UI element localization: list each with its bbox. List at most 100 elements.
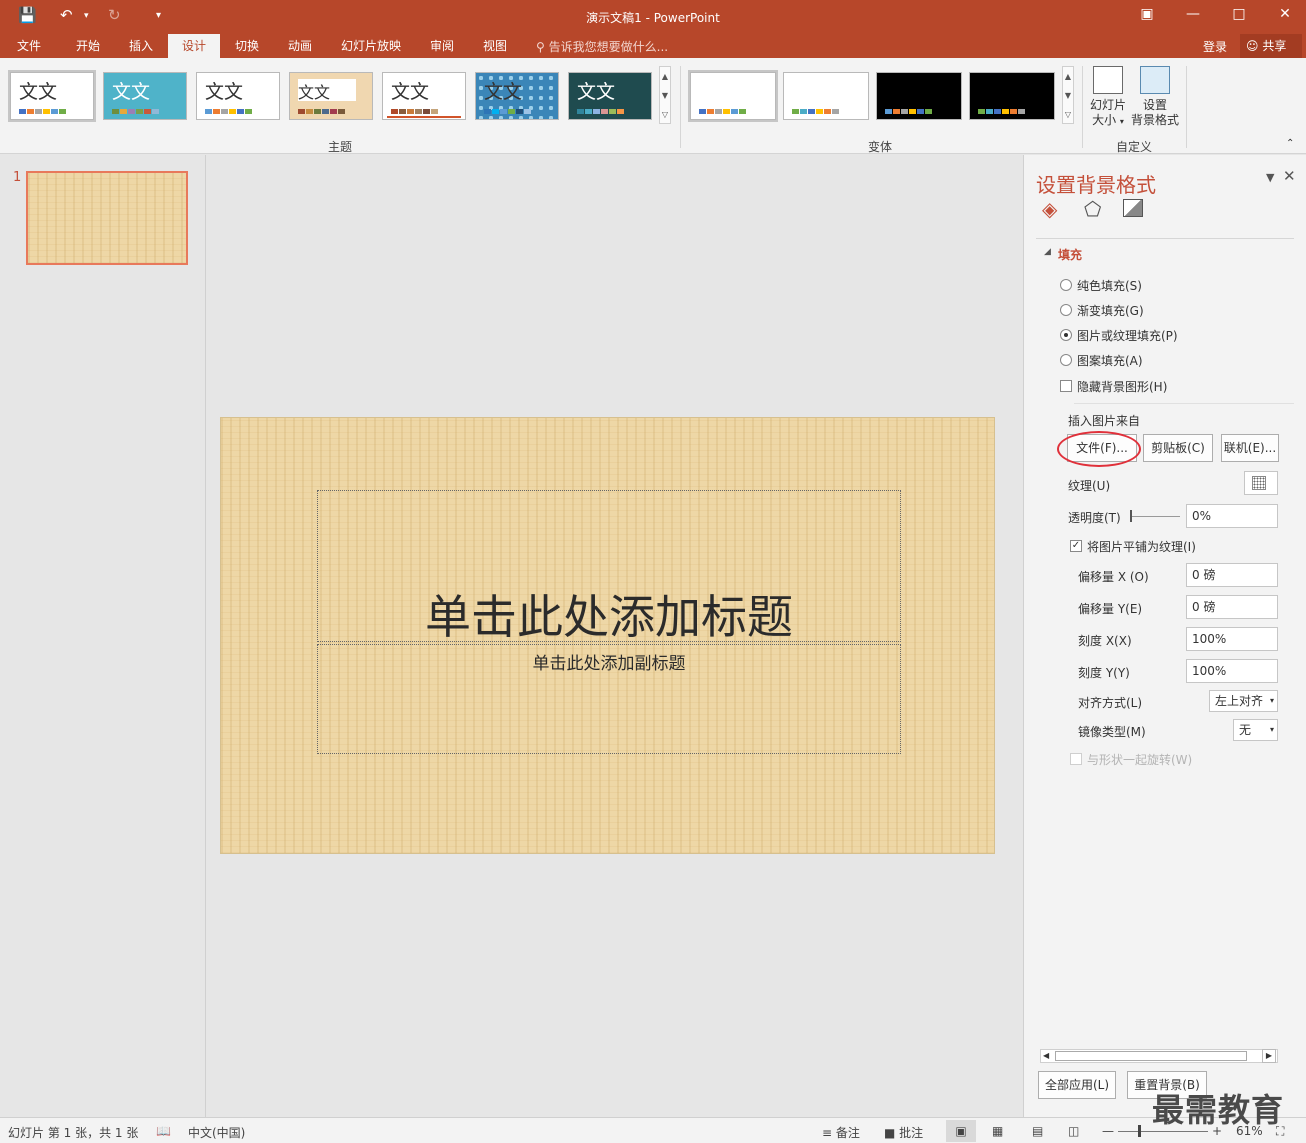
alignment-value: 左上对齐: [1215, 694, 1264, 708]
transparency-input[interactable]: 0%: [1186, 504, 1278, 528]
tab-slideshow[interactable]: 幻灯片放映: [330, 34, 412, 58]
theme-teal[interactable]: 文文: [103, 72, 187, 120]
theme-calligraphy[interactable]: 文文: [289, 72, 373, 120]
theme-plain[interactable]: 文文: [196, 72, 280, 120]
tab-review[interactable]: 审阅: [416, 34, 468, 58]
transparency-slider[interactable]: [1130, 516, 1180, 517]
pane-close-icon[interactable]: ✕: [1283, 167, 1296, 185]
mirror-select[interactable]: 无 ▾: [1233, 719, 1278, 741]
variant-3[interactable]: [876, 72, 962, 120]
scroll-up-icon[interactable]: ▲: [660, 67, 670, 86]
picture-fill-label[interactable]: 图片或纹理填充(P): [1077, 327, 1178, 344]
offset-x-input[interactable]: 0 磅: [1186, 563, 1278, 587]
title-bar: 💾 ↶ ▾ ↻ ▾ 演示文稿1 - PowerPoint ▣ — □ ✕: [0, 0, 1306, 34]
tile-label[interactable]: 将图片平铺为纹理(I): [1087, 538, 1196, 555]
tab-design[interactable]: 设计: [168, 34, 220, 58]
theme-orange-line[interactable]: 文文: [382, 72, 466, 120]
format-bg-label-1: 设置: [1142, 98, 1167, 112]
format-background-button[interactable]: 设置 背景格式: [1130, 66, 1180, 128]
theme-preview-text: 文文: [577, 81, 616, 103]
format-bg-label-2: 背景格式: [1130, 113, 1179, 127]
collapse-ribbon-icon[interactable]: ⌃: [1286, 138, 1294, 149]
slideshow-view-icon[interactable]: ◫: [1068, 1124, 1079, 1138]
normal-view-icon[interactable]: ▣: [946, 1120, 976, 1142]
theme-dark-teal[interactable]: 文文: [568, 72, 652, 120]
tab-file[interactable]: 文件: [0, 34, 58, 58]
pattern-fill-label[interactable]: 图案填充(A): [1077, 352, 1143, 369]
solid-fill-label[interactable]: 纯色填充(S): [1077, 277, 1142, 294]
transparency-slider-thumb[interactable]: [1130, 510, 1132, 522]
hide-bg-graphics-label[interactable]: 隐藏背景图形(H): [1077, 378, 1167, 395]
tell-me-search[interactable]: ⚲ 告诉我您想要做什么...: [536, 38, 668, 55]
picture-icon[interactable]: [1123, 199, 1143, 217]
tile-checkbox[interactable]: ✓: [1070, 540, 1082, 552]
ribbon-display-icon[interactable]: ▣: [1132, 6, 1162, 22]
scroll-down-icon[interactable]: ▼: [660, 86, 670, 105]
scale-y-input[interactable]: 100%: [1186, 659, 1278, 683]
scroll-up-icon[interactable]: ▲: [1063, 67, 1073, 86]
chevron-down-icon: ▾: [1269, 725, 1274, 734]
radio-pattern-fill[interactable]: [1060, 354, 1072, 366]
minimize-icon[interactable]: —: [1178, 6, 1208, 22]
tab-animations[interactable]: 动画: [275, 34, 325, 58]
zoom-out-icon[interactable]: —: [1102, 1124, 1114, 1138]
offset-y-input[interactable]: 0 磅: [1186, 595, 1278, 619]
scroll-left-icon[interactable]: ◀: [1043, 1050, 1049, 1062]
variant-4[interactable]: [969, 72, 1055, 120]
share-button[interactable]: ☺ 共享: [1240, 34, 1302, 58]
slide-thumbnail[interactable]: [26, 171, 188, 265]
clipboard-button[interactable]: 剪贴板(C): [1143, 434, 1213, 462]
variant-2[interactable]: [783, 72, 869, 120]
rotate-with-shape-checkbox[interactable]: [1070, 753, 1082, 765]
themes-gallery-scroll[interactable]: ▲ ▼ ▽: [659, 66, 671, 124]
texture-picker[interactable]: [1244, 471, 1278, 495]
zoom-slider-thumb[interactable]: [1138, 1125, 1141, 1137]
notes-button[interactable]: ≡ 备注: [822, 1124, 860, 1141]
slide-sorter-icon[interactable]: ▦: [992, 1124, 1003, 1138]
radio-picture-fill[interactable]: [1060, 329, 1072, 341]
effects-icon[interactable]: ⬠: [1084, 197, 1101, 221]
tab-view[interactable]: 视图: [470, 34, 520, 58]
online-button[interactable]: 联机(E)...: [1221, 434, 1279, 462]
slide-size-button[interactable]: 幻灯片 大小 ▾: [1086, 66, 1130, 129]
subtitle-placeholder[interactable]: 单击此处添加副标题: [317, 644, 901, 754]
gallery-more-icon[interactable]: ▽: [660, 105, 670, 124]
zoom-slider[interactable]: [1118, 1131, 1208, 1132]
scroll-down-icon[interactable]: ▼: [1063, 86, 1073, 105]
title-placeholder[interactable]: 单击此处添加标题: [317, 490, 901, 644]
gallery-more-icon[interactable]: ▽: [1063, 105, 1073, 124]
tab-home[interactable]: 开始: [62, 34, 114, 58]
theme-blue-pattern[interactable]: 文文: [475, 72, 559, 120]
fill-line-icon[interactable]: ◈: [1042, 197, 1057, 221]
radio-solid-fill[interactable]: [1060, 279, 1072, 291]
tab-transitions[interactable]: 切换: [222, 34, 272, 58]
tab-insert[interactable]: 插入: [116, 34, 166, 58]
close-icon[interactable]: ✕: [1270, 6, 1300, 22]
variants-gallery-scroll[interactable]: ▲ ▼ ▽: [1062, 66, 1074, 124]
pane-horizontal-scrollbar[interactable]: ◀: [1040, 1049, 1278, 1063]
login-link[interactable]: 登录: [1203, 38, 1227, 55]
scroll-right-icon[interactable]: ▶: [1262, 1049, 1276, 1063]
comments-button[interactable]: ■ 批注: [884, 1124, 923, 1141]
hide-bg-graphics-checkbox[interactable]: [1060, 380, 1072, 392]
collapse-triangle-icon[interactable]: ◢: [1044, 247, 1051, 257]
reading-view-icon[interactable]: ▤: [1032, 1124, 1043, 1138]
radio-gradient-fill[interactable]: [1060, 304, 1072, 316]
spelling-icon[interactable]: 📖: [156, 1124, 171, 1138]
slide-size-label-1: 幻灯片: [1089, 98, 1126, 112]
pane-options-icon[interactable]: ▼: [1266, 171, 1274, 184]
slide-canvas[interactable]: 单击此处添加标题 单击此处添加副标题: [220, 417, 995, 854]
status-bar: 幻灯片 第 1 张，共 1 张 📖 中文(中国) ≡ 备注 ■ 批注 ▣ ▦ ▤…: [0, 1117, 1306, 1143]
gradient-fill-label[interactable]: 渐变填充(G): [1077, 302, 1144, 319]
variant-1[interactable]: [688, 70, 778, 122]
alignment-select[interactable]: 左上对齐 ▾: [1209, 690, 1278, 712]
language-indicator[interactable]: 中文(中国): [188, 1124, 245, 1141]
apply-all-button[interactable]: 全部应用(L): [1038, 1071, 1116, 1099]
maximize-icon[interactable]: □: [1224, 6, 1254, 22]
fill-section-header[interactable]: 填充: [1058, 246, 1082, 263]
slide-size-label-text: 大小: [1092, 113, 1117, 127]
scale-x-input[interactable]: 100%: [1186, 627, 1278, 651]
theme-preview-text: 文文: [391, 81, 430, 103]
theme-office[interactable]: 文文: [8, 70, 96, 122]
scroll-thumb[interactable]: [1055, 1051, 1247, 1061]
